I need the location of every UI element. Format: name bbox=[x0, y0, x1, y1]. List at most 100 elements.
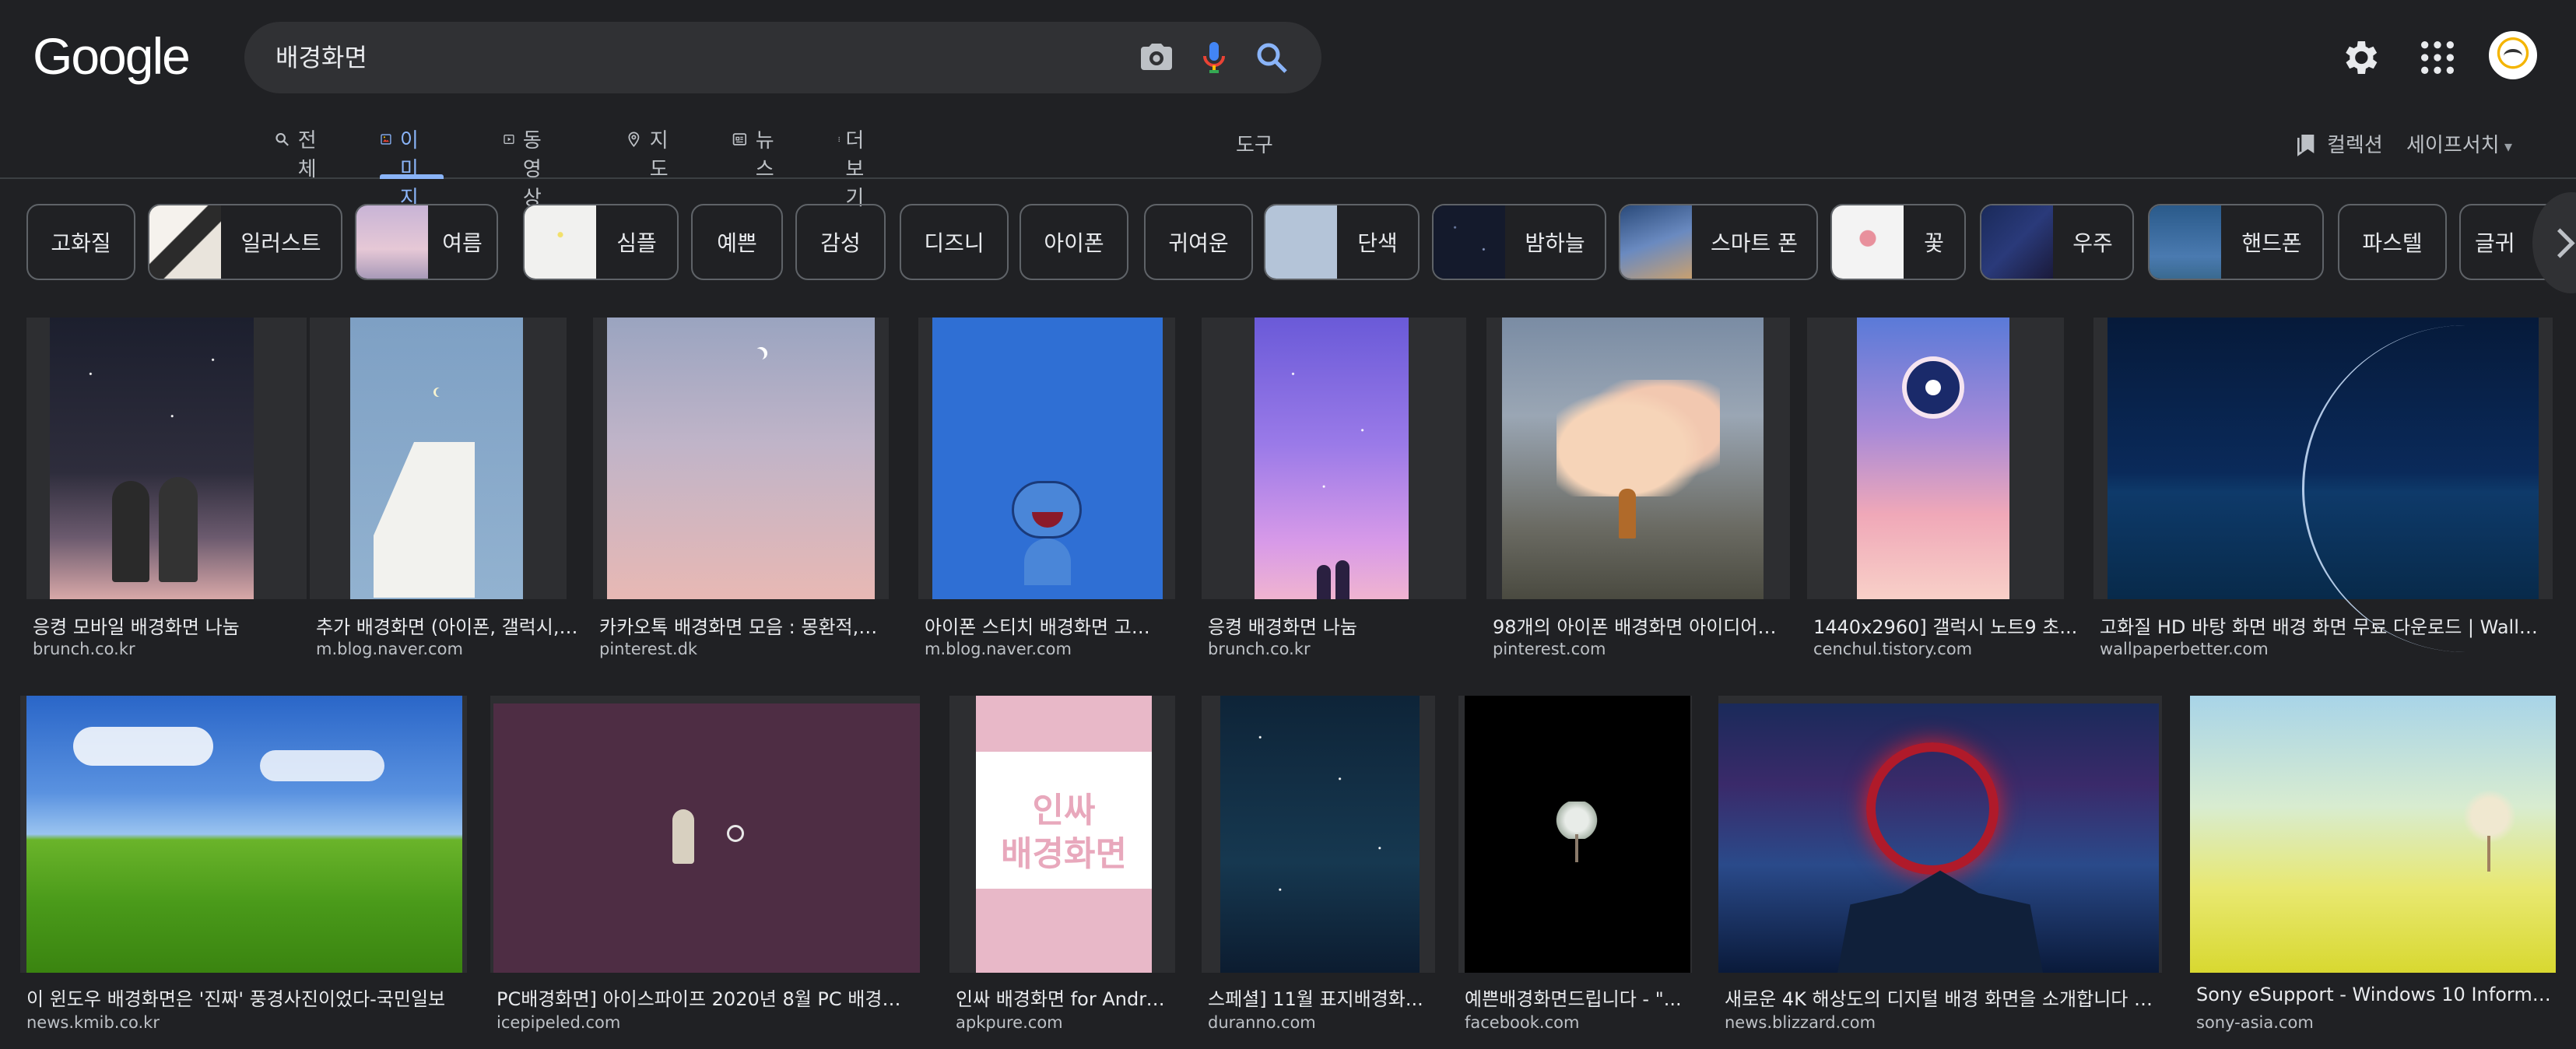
tab-news[interactable]: 뉴스 bbox=[732, 125, 781, 181]
result-title[interactable]: Sony eSupport - Windows 10 Informatio... bbox=[2196, 984, 2554, 1005]
chip-thumbnail bbox=[1981, 205, 2053, 279]
chip[interactable]: 귀여운 bbox=[1144, 204, 1253, 280]
tab-maps[interactable]: 지도 bbox=[626, 125, 676, 181]
image-thumbnail bbox=[593, 318, 889, 599]
camera-icon[interactable] bbox=[1138, 39, 1175, 76]
result-title[interactable]: 새로운 4K 해상도의 디지털 배경 화면을 소개합니다 — ... bbox=[1725, 984, 2160, 1011]
apps-icon[interactable] bbox=[2416, 36, 2459, 79]
collections-label: 컬렉션 bbox=[2327, 134, 2383, 157]
result-source[interactable]: news.kmib.co.kr bbox=[26, 1013, 160, 1032]
result-source[interactable]: duranno.com bbox=[1208, 1013, 1316, 1032]
image-thumbnail bbox=[2093, 318, 2553, 652]
tab-more[interactable]: 더보기 bbox=[836, 125, 872, 210]
chip[interactable]: 아이폰 bbox=[1020, 204, 1128, 280]
search-icon bbox=[275, 132, 289, 146]
result-title[interactable]: 아이폰 스티치 배경화면 고화질... bbox=[925, 612, 1166, 639]
result-source[interactable]: m.blog.naver.com bbox=[316, 640, 463, 658]
chip[interactable]: 밤하늘 bbox=[1432, 204, 1606, 280]
result-title[interactable]: 응켱 배경화면 나눔 bbox=[1208, 612, 1457, 639]
avatar[interactable] bbox=[2489, 31, 2537, 79]
search-icon[interactable] bbox=[1253, 39, 1290, 76]
result-title[interactable]: 98개의 아이폰 배경화면 아이디어 -... bbox=[1493, 612, 1781, 639]
result-source[interactable]: pinterest.dk bbox=[599, 640, 697, 658]
chip[interactable]: 단색 bbox=[1264, 204, 1420, 280]
image-result[interactable]: 예쁜배경화면드립니다 - "... facebook.com bbox=[1458, 696, 1692, 1038]
image-result[interactable]: 카카오톡 배경화면 모음 : 몽환적, 달... pinterest.dk bbox=[593, 318, 889, 660]
image-thumbnail bbox=[310, 318, 567, 599]
chip[interactable]: 디즈니 bbox=[900, 204, 1009, 280]
result-title[interactable]: PC배경화면] 아이스파이프 2020년 8월 PC 배경화면 ... bbox=[497, 984, 917, 1011]
result-source[interactable]: m.blog.naver.com bbox=[925, 640, 1072, 658]
chip-thumbnail bbox=[149, 205, 221, 279]
chip[interactable]: 꽃 bbox=[1830, 204, 1966, 280]
image-thumbnail bbox=[490, 696, 920, 973]
result-source[interactable]: sony-asia.com bbox=[2196, 1013, 2314, 1032]
chip-thumbnail bbox=[1832, 205, 1904, 279]
result-title[interactable]: 카카오톡 배경화면 모음 : 몽환적, 달... bbox=[599, 612, 879, 639]
image-thumbnail bbox=[2190, 696, 2556, 973]
tools-button[interactable]: 도구 bbox=[1236, 129, 1273, 158]
image-result[interactable]: 응켱 배경화면 나눔 brunch.co.kr bbox=[1202, 318, 1466, 660]
tab-label: 뉴스 bbox=[755, 129, 774, 181]
safesearch-dropdown[interactable]: 세이프서치 bbox=[2406, 129, 2512, 158]
chip[interactable]: 예쁜 bbox=[691, 204, 783, 280]
result-source[interactable]: brunch.co.kr bbox=[33, 640, 135, 658]
image-result[interactable]: 98개의 아이폰 배경화면 아이디어 -... pinterest.com bbox=[1486, 318, 1790, 660]
chip-thumbnail bbox=[2150, 205, 2221, 279]
image-result[interactable]: 새로운 4K 해상도의 디지털 배경 화면을 소개합니다 — ... news.… bbox=[1718, 696, 2162, 1038]
collections-button[interactable]: 컬렉션 bbox=[2294, 129, 2383, 158]
search-box[interactable] bbox=[244, 22, 1321, 93]
image-result[interactable]: 이 윈도우 배경화면은 '진짜' 풍경사진이었다-국민일보 news.kmib.… bbox=[20, 696, 467, 1038]
result-source[interactable]: cenchul.tistory.com bbox=[1813, 640, 1972, 658]
result-source[interactable]: icepipeled.com bbox=[497, 1013, 620, 1032]
image-result[interactable]: Sony eSupport - Windows 10 Informatio...… bbox=[2190, 696, 2556, 1038]
result-title[interactable]: 스페셜] 11월 표지배경화... bbox=[1208, 984, 1434, 1011]
image-result[interactable]: 고화질 HD 바탕 화면 배경 화면 무료 다운로드 | Wallpape...… bbox=[2093, 318, 2553, 660]
image-result[interactable]: 스페셜] 11월 표지배경화... duranno.com bbox=[1202, 696, 1435, 1038]
result-source[interactable]: facebook.com bbox=[1465, 1013, 1579, 1032]
result-title[interactable]: 인싸 배경화면 for Androi... bbox=[956, 984, 1174, 1011]
google-logo[interactable]: Google bbox=[33, 26, 191, 86]
chip-thumbnail bbox=[1434, 205, 1505, 279]
related-chips: 고화질 일러스트 여름 심플 예쁜 감성 디즈니 아이폰 귀여운 단색 밤하늘 … bbox=[0, 204, 2576, 282]
chip[interactable]: 감성 bbox=[795, 204, 886, 280]
result-source[interactable]: pinterest.com bbox=[1493, 640, 1606, 658]
chip[interactable]: 핸드폰 bbox=[2148, 204, 2324, 280]
tab-all[interactable]: 전체 bbox=[274, 125, 324, 181]
result-title[interactable]: 예쁜배경화면드립니다 - "... bbox=[1465, 984, 1690, 1011]
result-source[interactable]: wallpaperbetter.com bbox=[2100, 640, 2269, 658]
chip[interactable]: 심플 bbox=[523, 204, 679, 280]
result-title[interactable]: 이 윈도우 배경화면은 '진짜' 풍경사진이었다-국민일보 bbox=[26, 984, 462, 1011]
image-result[interactable]: 인싸 배경화면 인싸 배경화면 for Androi... apkpure.com bbox=[949, 696, 1175, 1038]
settings-icon[interactable] bbox=[2338, 36, 2381, 79]
image-result[interactable]: 응켱 모바일 배경화면 나눔 brunch.co.kr bbox=[26, 318, 307, 660]
chip[interactable]: 고화질 bbox=[26, 204, 135, 280]
image-thumbnail: 인싸 배경화면 bbox=[949, 696, 1175, 973]
search-input[interactable] bbox=[275, 22, 1054, 93]
image-result[interactable]: PC배경화면] 아이스파이프 2020년 8월 PC 배경화면 ... icep… bbox=[490, 696, 926, 1038]
image-result[interactable]: 추가 배경화면 (아이폰, 갤럭시, ... m.blog.naver.com bbox=[310, 318, 590, 660]
result-title[interactable]: 응켱 모바일 배경화면 나눔 bbox=[33, 612, 297, 639]
result-title[interactable]: 추가 배경화면 (아이폰, 갤럭시, ... bbox=[316, 612, 581, 639]
result-title[interactable]: 고화질 HD 바탕 화면 배경 화면 무료 다운로드 | Wallpape... bbox=[2100, 612, 2543, 639]
result-source[interactable]: brunch.co.kr bbox=[1208, 640, 1311, 658]
map-pin-icon bbox=[628, 132, 640, 147]
result-source[interactable]: apkpure.com bbox=[956, 1013, 1063, 1032]
image-thumbnail bbox=[1718, 696, 2162, 973]
chip[interactable]: 여름 bbox=[355, 204, 498, 280]
tab-videos[interactable]: 동영상 bbox=[503, 125, 553, 210]
result-source[interactable]: news.blizzard.com bbox=[1725, 1013, 1876, 1032]
mic-icon[interactable] bbox=[1195, 39, 1233, 76]
tab-images[interactable]: 이미지 bbox=[380, 125, 444, 210]
chip[interactable]: 일러스트 bbox=[148, 204, 342, 280]
bookmark-icon bbox=[2297, 134, 2315, 156]
chip[interactable]: 우주 bbox=[1980, 204, 2134, 280]
chip[interactable]: 스마트 폰 bbox=[1619, 204, 1818, 280]
image-thumbnail bbox=[20, 696, 467, 973]
video-icon bbox=[504, 135, 514, 144]
result-title[interactable]: 1440x2960] 갤럭시 노트9 초... bbox=[1813, 612, 2078, 639]
chip[interactable]: 파스텔 bbox=[2338, 204, 2447, 280]
image-result[interactable]: 1440x2960] 갤럭시 노트9 초... cenchul.tistory.… bbox=[1807, 318, 2087, 660]
tab-label: 전체 bbox=[297, 129, 317, 181]
image-result[interactable]: 아이폰 스티치 배경화면 고화질... m.blog.naver.com bbox=[918, 318, 1175, 660]
